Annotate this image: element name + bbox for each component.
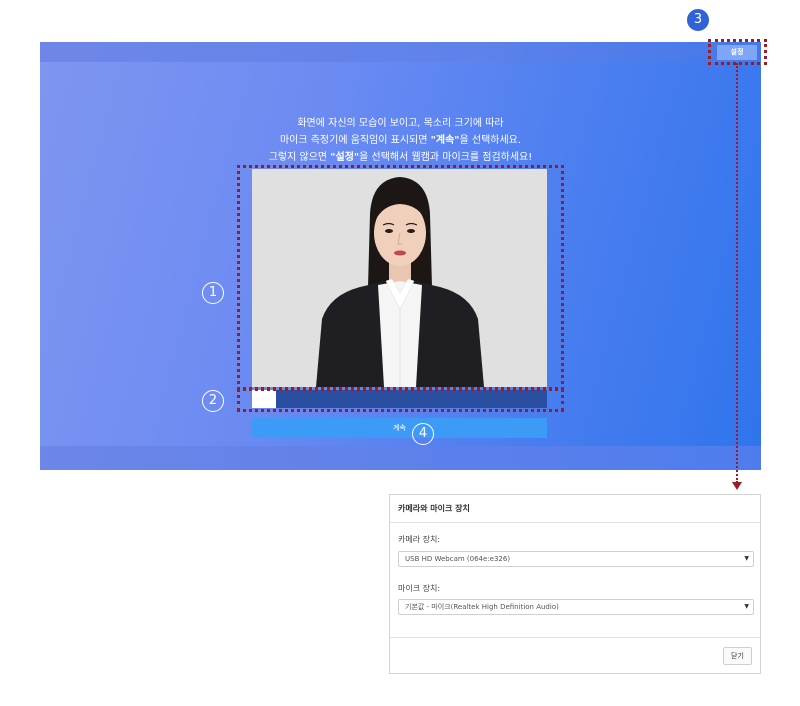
- settings-keyword: "설정": [330, 152, 360, 163]
- continue-button[interactable]: 계속: [252, 418, 547, 438]
- mic-device-label: 마이크 장치:: [398, 584, 441, 593]
- chevron-down-icon: ▼: [744, 555, 749, 562]
- chevron-down-icon: ▼: [744, 603, 749, 610]
- camera-device-select[interactable]: USB HD Webcam (064e:e326) ▼: [398, 551, 754, 567]
- top-bar: 설정: [40, 42, 761, 62]
- mic-device-value: 기본값 - 마이크(Realtek High Definition Audio): [405, 603, 559, 611]
- dialog-footer: 닫기: [390, 637, 760, 673]
- annotation-number-3: 3: [687, 9, 709, 31]
- settings-highlight-box: [708, 39, 767, 65]
- continue-keyword: "계속": [430, 135, 460, 146]
- annotation-connector-line: [736, 63, 738, 483]
- instruction-line-2: 마이크 측정기에 움직임이 표시되면 "계속"을 선택하세요.: [279, 135, 522, 146]
- instructions-text: 화면에 자신의 모습이 보이고, 목소리 크기에 따라 마이크 측정기에 움직임…: [40, 115, 761, 166]
- instruction-line-1: 화면에 자신의 모습이 보이고, 목소리 크기에 따라: [297, 118, 504, 129]
- camera-device-label: 카메라 장치:: [398, 535, 441, 544]
- annotation-number-2: 2: [202, 390, 224, 412]
- close-button[interactable]: 닫기: [723, 647, 752, 665]
- camera-device-value: USB HD Webcam (064e:e326): [405, 555, 511, 563]
- annotation-number-4: 4: [412, 423, 434, 445]
- webcam-highlight-box: [237, 165, 564, 390]
- mic-meter-highlight-box: [237, 388, 564, 412]
- dialog-title: 카메라와 마이크 장치: [390, 495, 760, 523]
- mic-device-select[interactable]: 기본값 - 마이크(Realtek High Definition Audio)…: [398, 599, 754, 615]
- annotation-arrow-icon: [732, 482, 742, 490]
- instruction-line-3: 그렇지 않으면 "설정"을 선택해서 웹캠과 마이크를 점검하세요!: [268, 152, 533, 163]
- bottom-bar: [40, 446, 761, 470]
- annotation-number-1: 1: [202, 282, 224, 304]
- device-settings-dialog: 카메라와 마이크 장치 카메라 장치: USB HD Webcam (064e:…: [389, 494, 761, 674]
